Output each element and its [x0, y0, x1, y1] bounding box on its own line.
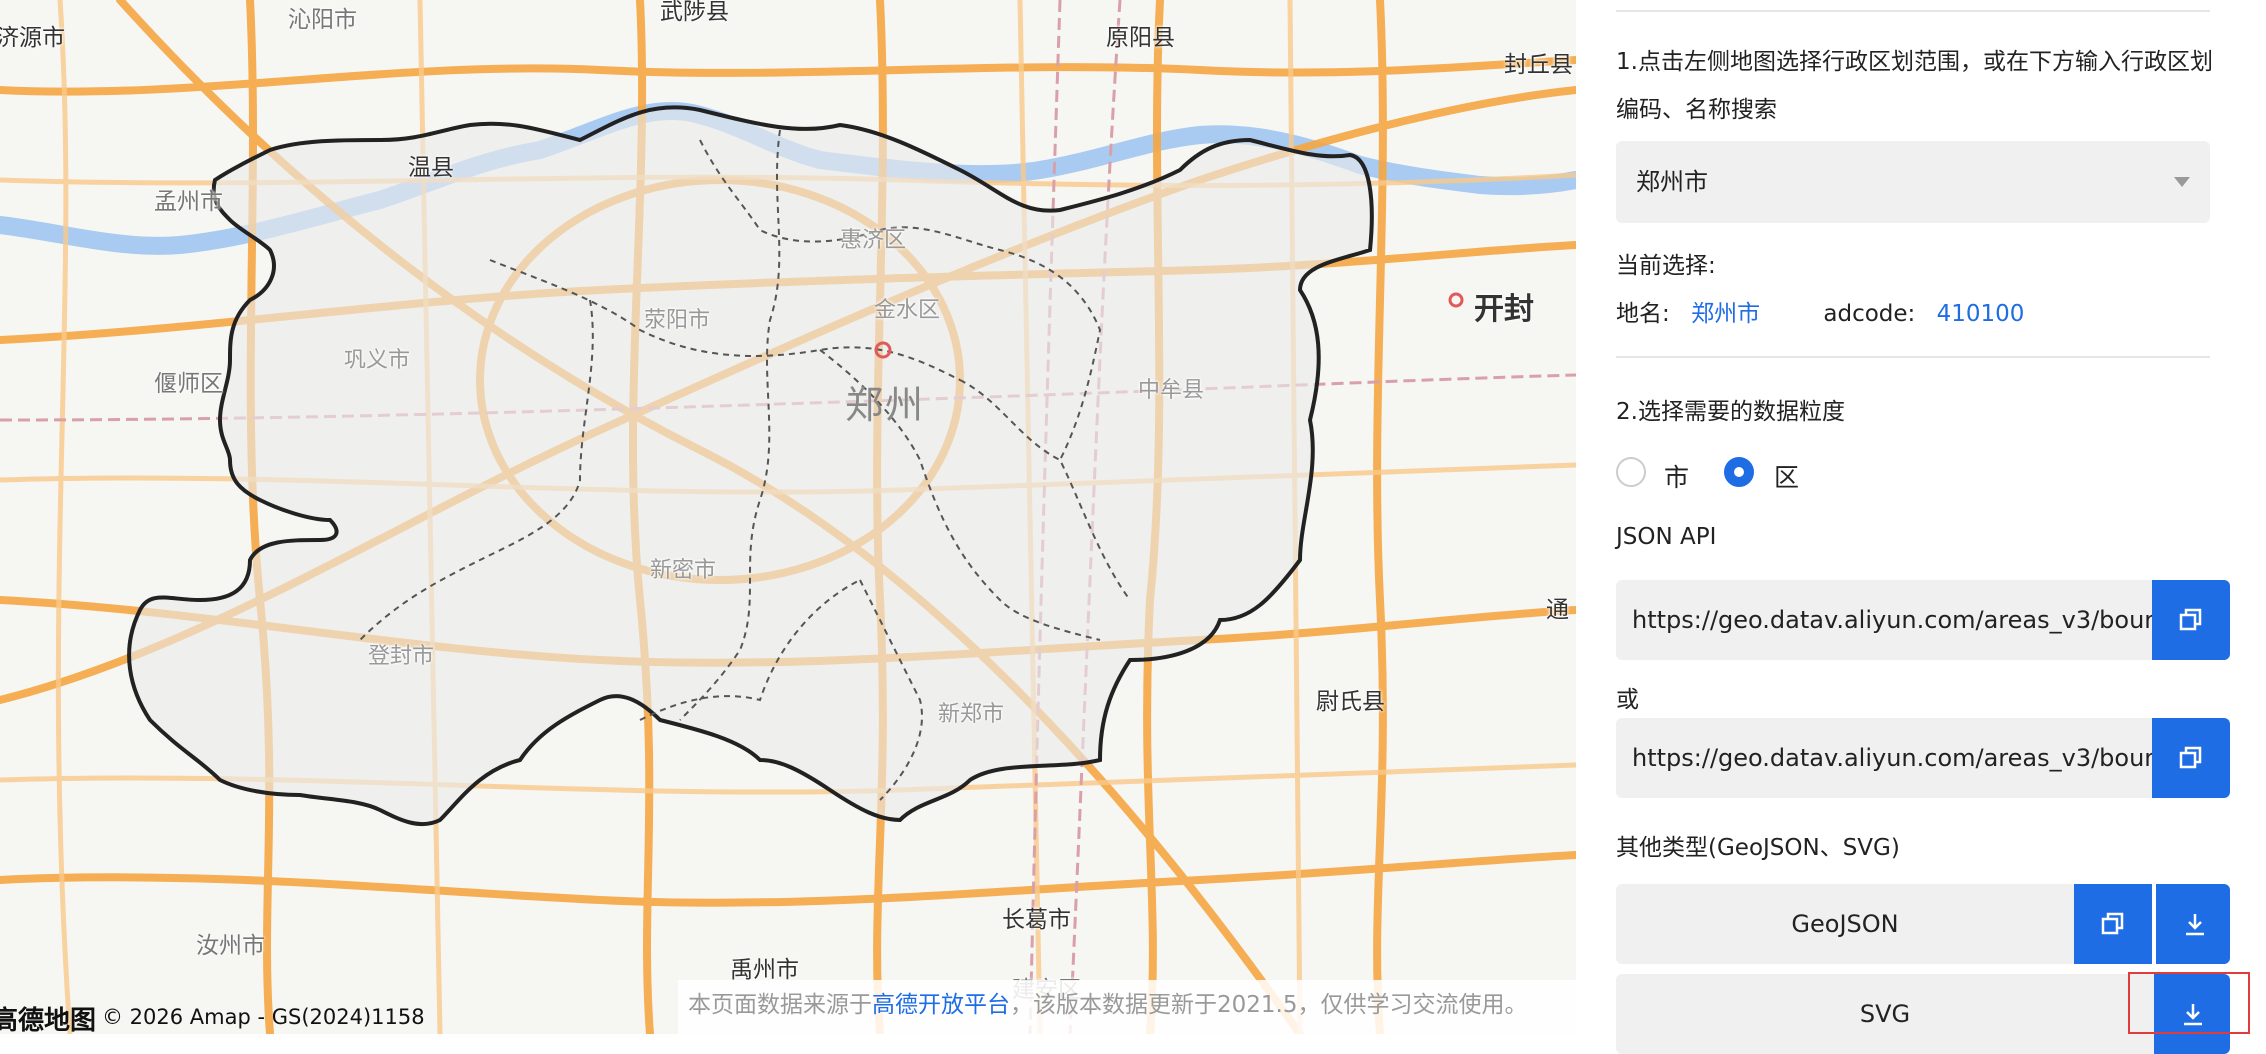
- amap-platform-link[interactable]: 高德开放平台: [872, 992, 1010, 1018]
- label-weishi: 尉氏县: [1316, 689, 1385, 715]
- label-ruzhou: 汝州市: [196, 933, 265, 959]
- label-wenxian: 温县: [408, 155, 454, 181]
- label-fengqiu: 封丘县: [1504, 52, 1573, 78]
- place-name-value: 郑州市: [1691, 301, 1761, 327]
- label-huiji: 惠济区: [840, 228, 907, 253]
- json-api-label: JSON API: [1616, 524, 1717, 550]
- copy-icon: [2179, 608, 2202, 631]
- region-search-value: 郑州市: [1636, 168, 1708, 196]
- copy-url-2-button[interactable]: [2152, 718, 2230, 798]
- step2-instruction: 2.选择需要的数据粒度: [1616, 399, 1845, 425]
- map-graphics[interactable]: [0, 0, 1576, 1034]
- api-url-field-2[interactable]: https://geo.datav.aliyun.com/areas_v3/bo…: [1616, 718, 2152, 798]
- svg-button[interactable]: SVG: [1616, 974, 2154, 1054]
- label-tong: 通: [1546, 597, 1569, 623]
- copy-icon: [2101, 912, 2124, 935]
- api-url-2: https://geo.datav.aliyun.com/areas_v3/bo…: [1632, 744, 2152, 772]
- download-icon: [2186, 914, 2204, 936]
- place-name-row: 地名: 郑州市 adcode: 410100: [1616, 294, 2024, 328]
- label-gongyi: 巩义市: [344, 348, 411, 373]
- divider-mid: [1616, 356, 2210, 358]
- or-label: 或: [1616, 687, 1639, 713]
- label-yanshi: 偃师区: [154, 371, 223, 397]
- chevron-down-icon: [2174, 177, 2190, 187]
- map-copyright: © 2026 Amap - GS(2024)1158: [102, 1005, 425, 1029]
- label-yuzhou: 禹州市: [730, 957, 799, 983]
- label-zhongmou: 中牟县: [1138, 378, 1205, 403]
- radio-district[interactable]: [1724, 457, 1754, 487]
- other-types-label: 其他类型(GeoJSON、SVG): [1616, 835, 1900, 861]
- label-xingyang: 荥阳市: [644, 308, 711, 333]
- api-url-1: https://geo.datav.aliyun.com/areas_v3/bo…: [1632, 606, 2152, 634]
- download-geojson-button[interactable]: [2154, 884, 2230, 964]
- copy-geojson-button[interactable]: [2074, 884, 2152, 964]
- map-canvas[interactable]: 济源市 沁阳市 武陟县 原阳县 封丘县 温县 孟州市 开封 惠济区 荥阳市 金水…: [0, 0, 1576, 1034]
- step1-instruction: 1.点击左侧地图选择行政区划范围，或在下方输入行政区划编码、名称搜索: [1616, 49, 2213, 123]
- api-url-field-1[interactable]: https://geo.datav.aliyun.com/areas_v3/bo…: [1616, 580, 2152, 660]
- label-mengzhou: 孟州市: [154, 189, 223, 215]
- label-jinshui: 金水区: [874, 298, 941, 323]
- place-name-label: 地名:: [1616, 301, 1670, 327]
- label-kaifeng: 开封: [1474, 292, 1534, 327]
- copy-url-1-button[interactable]: [2152, 580, 2230, 660]
- region-search-select[interactable]: 郑州市: [1616, 141, 2210, 223]
- label-xinzheng: 新郑市: [938, 702, 1005, 727]
- label-yuanyang: 原阳县: [1106, 25, 1175, 51]
- label-changge: 长葛市: [1002, 907, 1071, 933]
- kaifeng-marker-icon: [1448, 292, 1464, 308]
- copy-icon: [2179, 746, 2202, 769]
- adcode-label: adcode:: [1823, 301, 1916, 327]
- data-source-notice: 本页面数据来源于高德开放平台，该版本数据更新于2021.5，仅供学习交流使用。: [678, 980, 1576, 1034]
- divider-top: [1616, 10, 2210, 12]
- highlight-box: [2128, 972, 2250, 1034]
- label-zhengzhou: 郑州: [845, 383, 926, 427]
- amap-logo: 高德地图: [0, 1006, 97, 1034]
- label-dengfeng: 登封市: [368, 644, 435, 669]
- label-xinmi: 新密市: [650, 558, 717, 583]
- control-panel: 1.点击左侧地图选择行政区划范围，或在下方输入行政区划编码、名称搜索 郑州市 当…: [1576, 0, 2266, 1054]
- notice-prefix: 本页面数据来源于: [688, 992, 872, 1018]
- label-jiyuan: 济源市: [0, 25, 65, 51]
- label-qinyang: 沁阳市: [288, 7, 357, 33]
- current-selection-label: 当前选择:: [1616, 253, 1716, 279]
- notice-suffix: ，该版本数据更新于2021.5，仅供学习交流使用。: [1010, 992, 1528, 1018]
- label-wuzhi: 武陟县: [660, 0, 729, 25]
- radio-district-label[interactable]: 区: [1774, 458, 1799, 494]
- adcode-value: 410100: [1936, 301, 2025, 327]
- geojson-button[interactable]: GeoJSON: [1616, 884, 2074, 964]
- radio-city-label[interactable]: 市: [1664, 458, 1689, 494]
- radio-city[interactable]: [1616, 457, 1646, 487]
